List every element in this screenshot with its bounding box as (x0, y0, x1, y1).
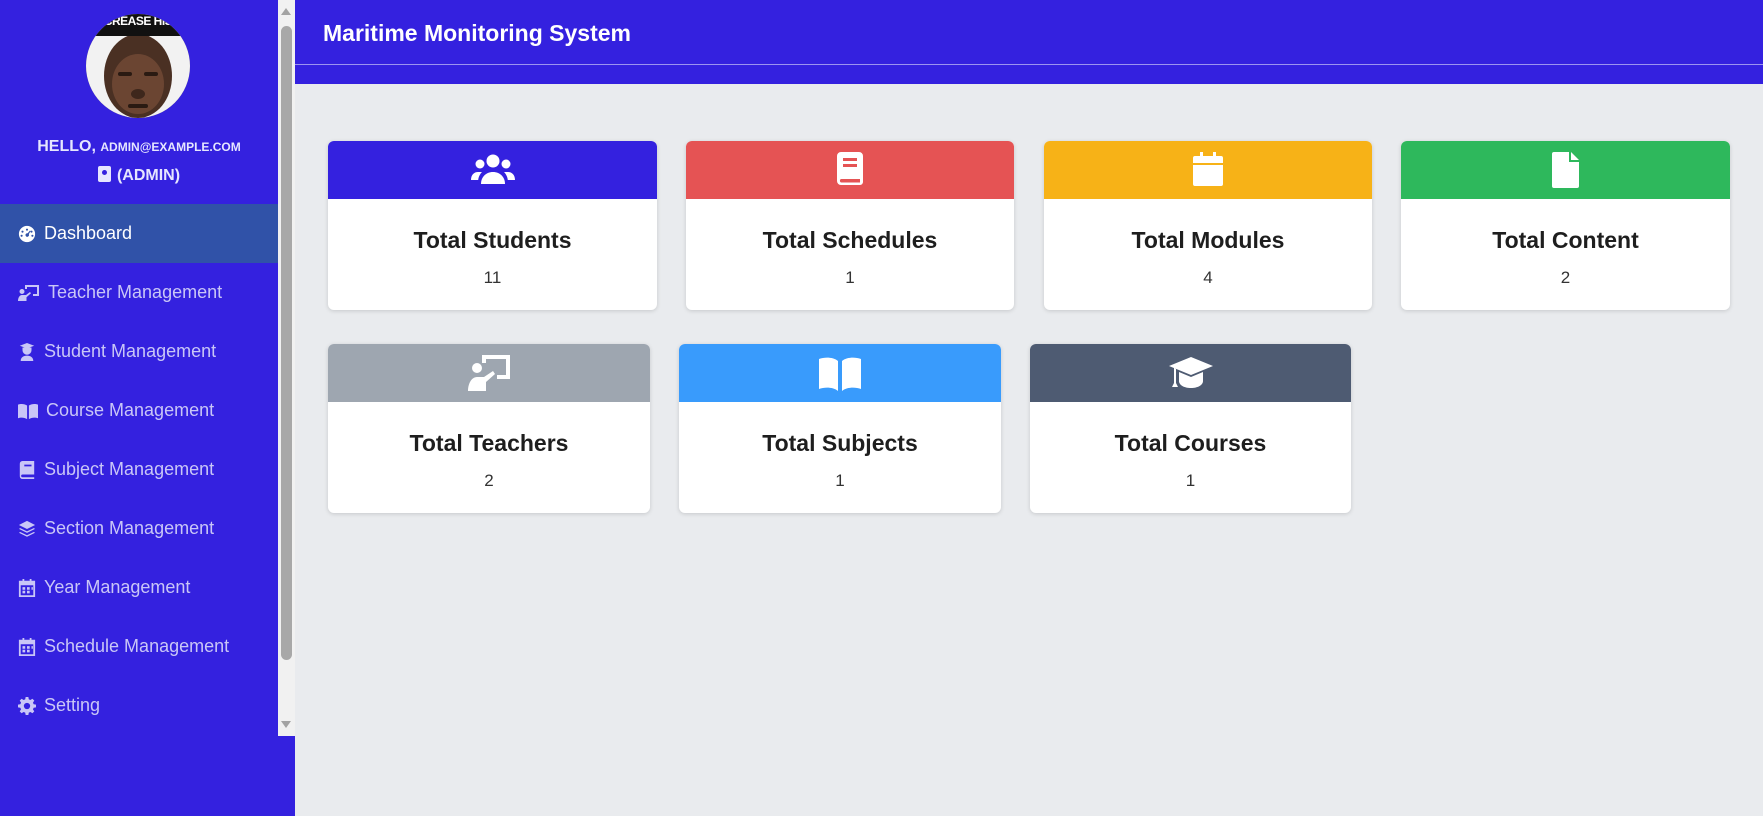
dashboard-icon (18, 225, 36, 243)
card-title: Total Students (413, 227, 572, 253)
avatar-caption: CREASE HIS (103, 14, 173, 28)
user-graduate-icon (18, 342, 36, 361)
card-header (686, 141, 1014, 199)
scrollbar-thumb[interactable] (281, 26, 292, 660)
hello-label: HELLO, (37, 138, 96, 155)
sidebar-item-label: Year Management (44, 577, 191, 597)
card-header (328, 141, 657, 199)
sidebar: CREASE HIS HELLO, admin@example.com (ADM… (0, 0, 295, 816)
layer-group-icon (18, 520, 36, 538)
book-open-icon (18, 402, 38, 420)
book-icon (837, 152, 863, 185)
sidebar-item-student-management[interactable]: Student Management (0, 322, 278, 381)
avatar-photo (86, 14, 190, 118)
sidebar-scroll-area: CREASE HIS HELLO, admin@example.com (ADM… (0, 0, 278, 736)
sidebar-item-section-management[interactable]: Section Management (0, 499, 278, 558)
sidebar-scrollbar[interactable] (278, 0, 295, 736)
sidebar-item-label: Schedule Management (44, 636, 230, 656)
calendar-icon (18, 637, 36, 656)
card-value: 2 (484, 471, 494, 490)
sidebar-item-teacher-management[interactable]: Teacher Management (0, 263, 278, 322)
stat-card-total-content[interactable]: Total Content 2 (1401, 141, 1730, 310)
stat-card-total-schedules[interactable]: Total Schedules 1 (686, 141, 1014, 310)
scroll-down-arrow-icon[interactable] (281, 721, 291, 728)
card-value: 1 (845, 268, 855, 287)
scroll-up-arrow-icon[interactable] (281, 8, 291, 15)
card-title: Total Content (1492, 227, 1639, 253)
calendar-icon (1193, 152, 1223, 186)
card-value: 4 (1203, 268, 1213, 287)
card-header (1030, 344, 1351, 402)
card-header (1401, 141, 1730, 199)
stat-card-total-teachers[interactable]: Total Teachers 2 (328, 344, 650, 513)
card-value: 2 (1560, 268, 1571, 287)
role-label: (ADMIN) (116, 167, 181, 184)
user-role: (ADMIN) (0, 166, 278, 185)
sidebar-item-setting[interactable]: Setting (0, 676, 278, 735)
sidebar-item-label: Teacher Management (48, 282, 223, 302)
sidebar-item-dashboard[interactable]: Dashboard (0, 204, 278, 263)
card-value: 1 (835, 471, 845, 490)
app-title: Maritime Monitoring System (323, 20, 631, 46)
file-icon (1551, 152, 1579, 188)
card-title: Total Subjects (762, 430, 918, 456)
gear-icon (18, 696, 36, 715)
stat-card-total-students[interactable]: Total Students 11 (328, 141, 657, 310)
chalkboard-teacher-icon (468, 355, 510, 391)
sidebar-item-year-management[interactable]: Year Management (0, 558, 278, 617)
card-title: Total Teachers (409, 430, 569, 456)
sidebar-item-schedule-management[interactable]: Schedule Management (0, 617, 278, 676)
id-badge-icon (97, 166, 111, 182)
avatar: CREASE HIS (86, 14, 190, 118)
card-value: 11 (483, 268, 502, 287)
sidebar-item-label: Student Management (44, 341, 217, 361)
sidebar-item-label: Course Management (46, 400, 215, 420)
sidebar-menu: Dashboard Teacher Management Student Man… (0, 204, 278, 735)
header-divider (295, 64, 1763, 65)
chalkboard-teacher-icon (18, 284, 40, 302)
stat-card-total-subjects[interactable]: Total Subjects 1 (679, 344, 1001, 513)
user-email: admin@example.com (100, 140, 241, 154)
card-header (679, 344, 1001, 402)
graduation-cap-icon (1168, 357, 1213, 388)
card-title: Total Courses (1114, 430, 1267, 456)
card-title: Total Schedules (762, 227, 938, 253)
sidebar-item-course-management[interactable]: Course Management (0, 381, 278, 440)
top-header: Maritime Monitoring System (295, 0, 1763, 84)
users-icon (470, 154, 515, 184)
calendar-icon (18, 578, 36, 597)
sidebar-item-label: Setting (44, 695, 101, 715)
card-header (1044, 141, 1372, 199)
sidebar-item-subject-management[interactable]: Subject Management (0, 440, 278, 499)
sidebar-item-label: Dashboard (44, 223, 133, 243)
card-title: Total Modules (1131, 227, 1285, 253)
stat-card-total-courses[interactable]: Total Courses 1 (1030, 344, 1351, 513)
sidebar-item-label: Subject Management (44, 459, 215, 479)
book-icon (18, 460, 36, 479)
sidebar-item-label: Section Management (44, 518, 215, 538)
card-value: 1 (1185, 471, 1196, 490)
card-header (328, 344, 650, 402)
stat-card-total-modules[interactable]: Total Modules 4 (1044, 141, 1372, 310)
book-open-icon (819, 357, 861, 391)
user-greeting: HELLO, admin@example.com (0, 138, 278, 156)
